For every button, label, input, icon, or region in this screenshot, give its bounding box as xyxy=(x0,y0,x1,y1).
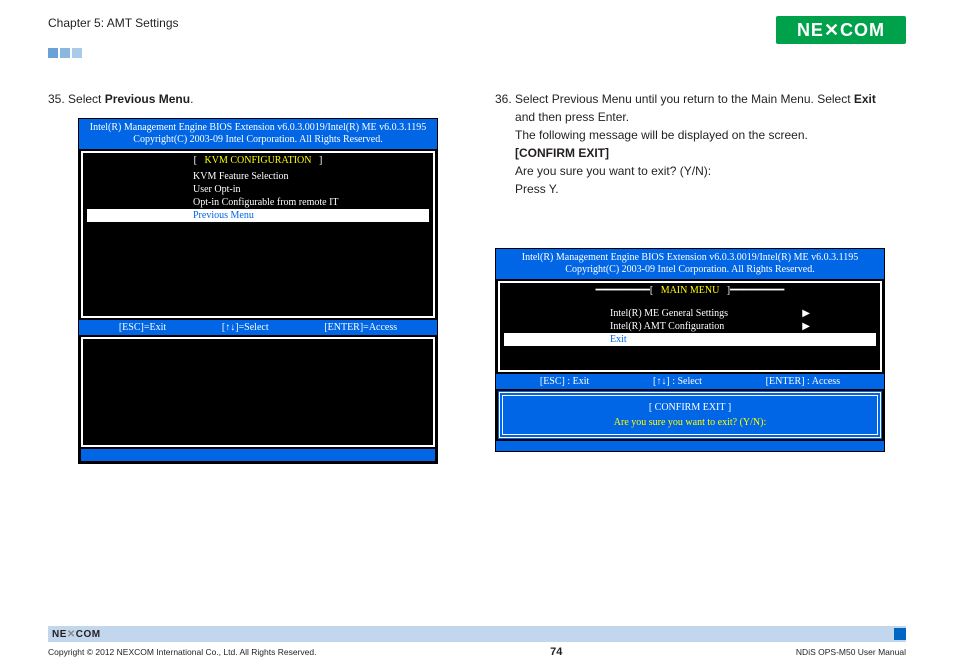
confirm-exit-dialog: [ CONFIRM EXIT ] Are you sure you want t… xyxy=(498,391,882,439)
bios-item-me-general: Intel(R) ME General Settings▶ xyxy=(500,307,880,320)
bios-item-previous-menu: Previous Menu xyxy=(87,209,429,222)
bios-section-title-2: ━━━━━━━━━[ MAIN MENU ]━━━━━━━━━ xyxy=(500,283,880,299)
bios-item-optin-config: Opt-in Configurable from remote IT xyxy=(83,196,433,209)
nexcom-logo: NE✕COM xyxy=(776,16,906,47)
page-number: 74 xyxy=(550,646,562,658)
bios-screenshot-kvm: Intel(R) Management Engine BIOS Extensio… xyxy=(78,118,438,464)
chapter-title: Chapter 5: AMT Settings xyxy=(48,16,179,30)
arrow-icon: ▶ xyxy=(802,321,810,332)
bios-nav-bar-2: [ESC] : Exit [↑↓] : Select [ENTER] : Acc… xyxy=(496,374,884,389)
bios-header: Intel(R) Management Engine BIOS Extensio… xyxy=(79,119,437,149)
step-35-text: 35. Select Previous Menu. xyxy=(48,90,459,108)
footer: NE✕COM Copyright © 2012 NEXCOM Internati… xyxy=(48,626,906,658)
decorative-squares xyxy=(48,48,179,58)
bios-item-kvm-feature: KVM Feature Selection xyxy=(83,170,433,183)
footer-square-icon xyxy=(894,628,906,640)
bios-item-exit: Exit xyxy=(504,333,876,346)
step-36-text: 36. Select Previous Menu until you retur… xyxy=(495,90,906,198)
bios-nav-bar: [ESC]=Exit [↑↓]=Select [ENTER]=Access xyxy=(79,320,437,335)
copyright-text: Copyright © 2012 NEXCOM International Co… xyxy=(48,647,316,657)
nexcom-logo-small: NE✕COM xyxy=(52,629,101,640)
arrow-icon: ▶ xyxy=(802,308,810,319)
bios-item-user-optin: User Opt-in xyxy=(83,183,433,196)
bios-item-amt-config: Intel(R) AMT Configuration▶ xyxy=(500,320,880,333)
bios-header-2: Intel(R) Management Engine BIOS Extensio… xyxy=(496,249,884,279)
manual-title: NDiS OPS-M50 User Manual xyxy=(796,647,906,657)
svg-text:NE✕COM: NE✕COM xyxy=(797,20,885,40)
bios-screenshot-mainmenu: Intel(R) Management Engine BIOS Extensio… xyxy=(495,248,885,452)
bios-section-title: [ KVM CONFIGURATION ] xyxy=(83,153,433,168)
